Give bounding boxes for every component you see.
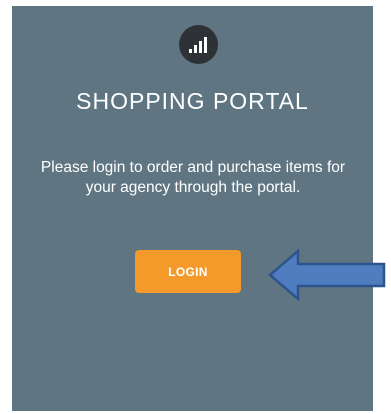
login-message: Please login to order and purchase items… bbox=[40, 159, 346, 196]
login-button[interactable]: LOGIN bbox=[135, 250, 241, 293]
signal-bars-icon bbox=[179, 25, 218, 64]
signal-bars-glyph bbox=[188, 36, 207, 53]
screenshot-stage: SHOPPING PORTAL Please login to order an… bbox=[0, 0, 391, 414]
page-title: SHOPPING PORTAL bbox=[76, 88, 309, 114]
shopping-portal-panel: SHOPPING PORTAL Please login to order an… bbox=[12, 6, 373, 411]
left-arrow-icon bbox=[268, 249, 386, 302]
